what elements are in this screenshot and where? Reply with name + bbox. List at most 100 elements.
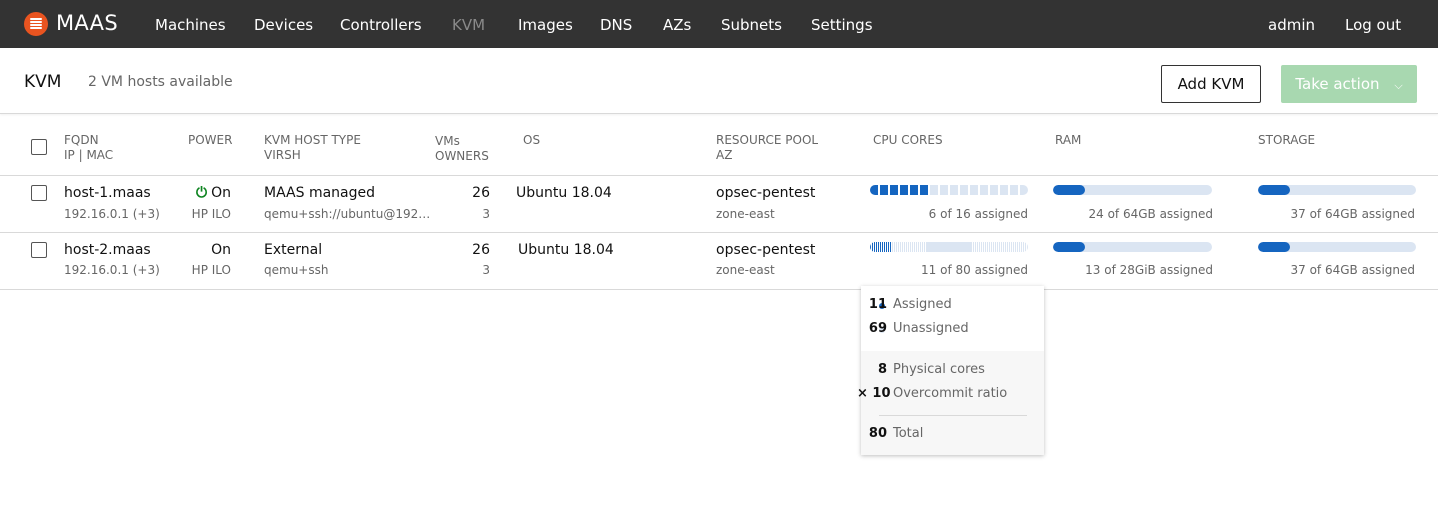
power-on-icon: ⏻ [196,185,208,201]
tooltip-unassigned-label: Unassigned [893,321,969,336]
cpu-core-segment [1026,242,1028,252]
column-owners-label: OWNERS [435,149,489,163]
row-1-cpu-text: 6 of 16 assigned [928,207,1028,221]
page-title: KVM [24,72,62,92]
row-1-fqdn[interactable]: host-1.maas [64,185,151,201]
column-ipmac-label: IP | MAC [64,148,114,162]
take-action-label: Take action [1295,75,1380,93]
row-2-checkbox[interactable] [31,242,47,258]
row-2-pool: opsec-pentest [716,242,816,258]
column-virsh-label: VIRSH [264,148,301,162]
nav-dns[interactable]: DNS [600,16,632,34]
row-2-virsh: qemu+ssh [264,263,329,277]
add-kvm-button[interactable]: Add KVM [1161,65,1261,103]
row-1-cpu-meter[interactable] [870,185,1028,195]
row-1-ram-meter[interactable] [1053,185,1212,195]
tooltip-divider [879,415,1027,416]
row-1-power-label: On [211,185,231,201]
cpu-core-segment [1020,185,1028,195]
nav-images[interactable]: Images [518,16,573,34]
cpu-core-segment [920,185,928,195]
row-2-fqdn[interactable]: host-2.maas [64,242,151,258]
tooltip-assigned-row: 11 Assigned [861,297,952,312]
row-2-az: zone-east [716,263,775,277]
row-2-storage-fill [1258,242,1290,252]
cpu-core-segment [950,185,958,195]
brand-name[interactable]: MAAS [56,11,118,35]
tooltip-total-label: Total [893,426,924,441]
row-1-type: MAAS managed [264,185,376,201]
column-header-vms[interactable]: VMs OWNERS [435,134,489,164]
take-action-button[interactable]: Take action ⌵ [1281,65,1417,103]
row-1-vms: 26 [472,185,490,201]
row-divider [0,232,1438,233]
cpu-core-segment [910,185,918,195]
nav-controllers[interactable]: Controllers [340,16,422,34]
row-1-storage-meter[interactable] [1258,185,1416,195]
nav-machines[interactable]: Machines [155,16,226,34]
tooltip-physical-row: 8 Physical cores [861,362,985,377]
row-1-ram-fill [1053,185,1085,195]
row-2-power[interactable]: On [180,242,231,258]
row-2-ram-text: 13 of 28GiB assigned [1085,263,1213,277]
cpu-core-segment [1000,185,1008,195]
maas-logo-icon[interactable] [24,12,48,36]
row-2-ip: 192.16.0.1 (+3) [64,263,160,277]
row-2-vms: 26 [472,242,490,258]
row-2-cpu-meter[interactable] [870,242,1028,252]
page-subtitle: 2 VM hosts available [88,74,233,90]
row-2-ram-fill [1053,242,1085,252]
row-2-type: External [264,242,323,258]
tooltip-overcommit-row: × 10 Overcommit ratio [857,386,1007,401]
cpu-core-segment [970,185,978,195]
select-all-checkbox[interactable] [31,139,47,155]
tooltip-unassigned-value: 69 [868,321,887,336]
column-header-fqdn[interactable]: FQDN IP | MAC [64,133,113,163]
row-1-checkbox[interactable] [31,185,47,201]
row-1-virsh: qemu+ssh://ubuntu@192… [264,207,431,221]
cpu-core-segment [940,185,948,195]
row-2-storage-meter[interactable] [1258,242,1416,252]
tooltip-assigned-label: Assigned [893,297,952,312]
column-az-label: AZ [716,148,733,162]
column-header-cpu[interactable]: CPU CORES [873,133,943,148]
nav-subnets[interactable]: Subnets [721,16,782,34]
page-header: KVM 2 VM hosts available Add KVM Take ac… [0,48,1438,114]
tooltip-physical-value: 8 [877,362,887,377]
row-1-owners: 3 [482,207,490,221]
column-header-os[interactable]: OS [523,133,540,148]
cpu-core-segment [980,185,988,195]
tooltip-unassigned-row: 69 Unassigned [861,321,969,336]
cpu-core-segment [900,185,908,195]
tooltip-total-row: 80 Total [861,426,923,441]
top-navigation: MAAS Machines Devices Controllers KVM Im… [0,0,1438,48]
column-header-ram[interactable]: RAM [1055,133,1081,148]
nav-settings[interactable]: Settings [811,16,873,34]
row-2-storage-text: 37 of 64GB assigned [1290,263,1416,277]
row-2-power-type: HP ILO [191,263,231,277]
column-fqdn-label: FQDN [64,133,99,147]
cpu-core-segment [990,185,998,195]
column-header-power[interactable]: POWER [188,133,232,148]
nav-azs[interactable]: AZs [663,16,691,34]
row-2-ram-meter[interactable] [1053,242,1212,252]
column-vms-label: VMs [435,134,460,148]
row-1-storage-text: 37 of 64GB assigned [1290,207,1416,221]
column-header-type[interactable]: KVM HOST TYPE VIRSH [264,133,361,163]
nav-user-admin[interactable]: admin [1268,16,1315,34]
nav-devices[interactable]: Devices [254,16,313,34]
nav-kvm[interactable]: KVM [452,16,485,34]
row-1-storage-fill [1258,185,1290,195]
row-1-power[interactable]: ⏻ On [180,185,231,201]
row-1-ip: 192.16.0.1 (+3) [64,207,160,221]
tooltip-overcommit-value: × 10 [857,386,891,401]
nav-logout[interactable]: Log out [1345,16,1401,34]
row-1-az: zone-east [716,207,775,221]
column-header-pool[interactable]: RESOURCE POOL AZ [716,133,818,163]
row-2-owners: 3 [482,263,490,277]
column-pool-label: RESOURCE POOL [716,133,819,147]
tooltip-total-value: 80 [868,426,887,441]
column-header-storage[interactable]: STORAGE [1258,133,1315,148]
row-2-os: Ubuntu 18.04 [518,242,614,258]
row-1-power-type: HP ILO [191,207,231,221]
